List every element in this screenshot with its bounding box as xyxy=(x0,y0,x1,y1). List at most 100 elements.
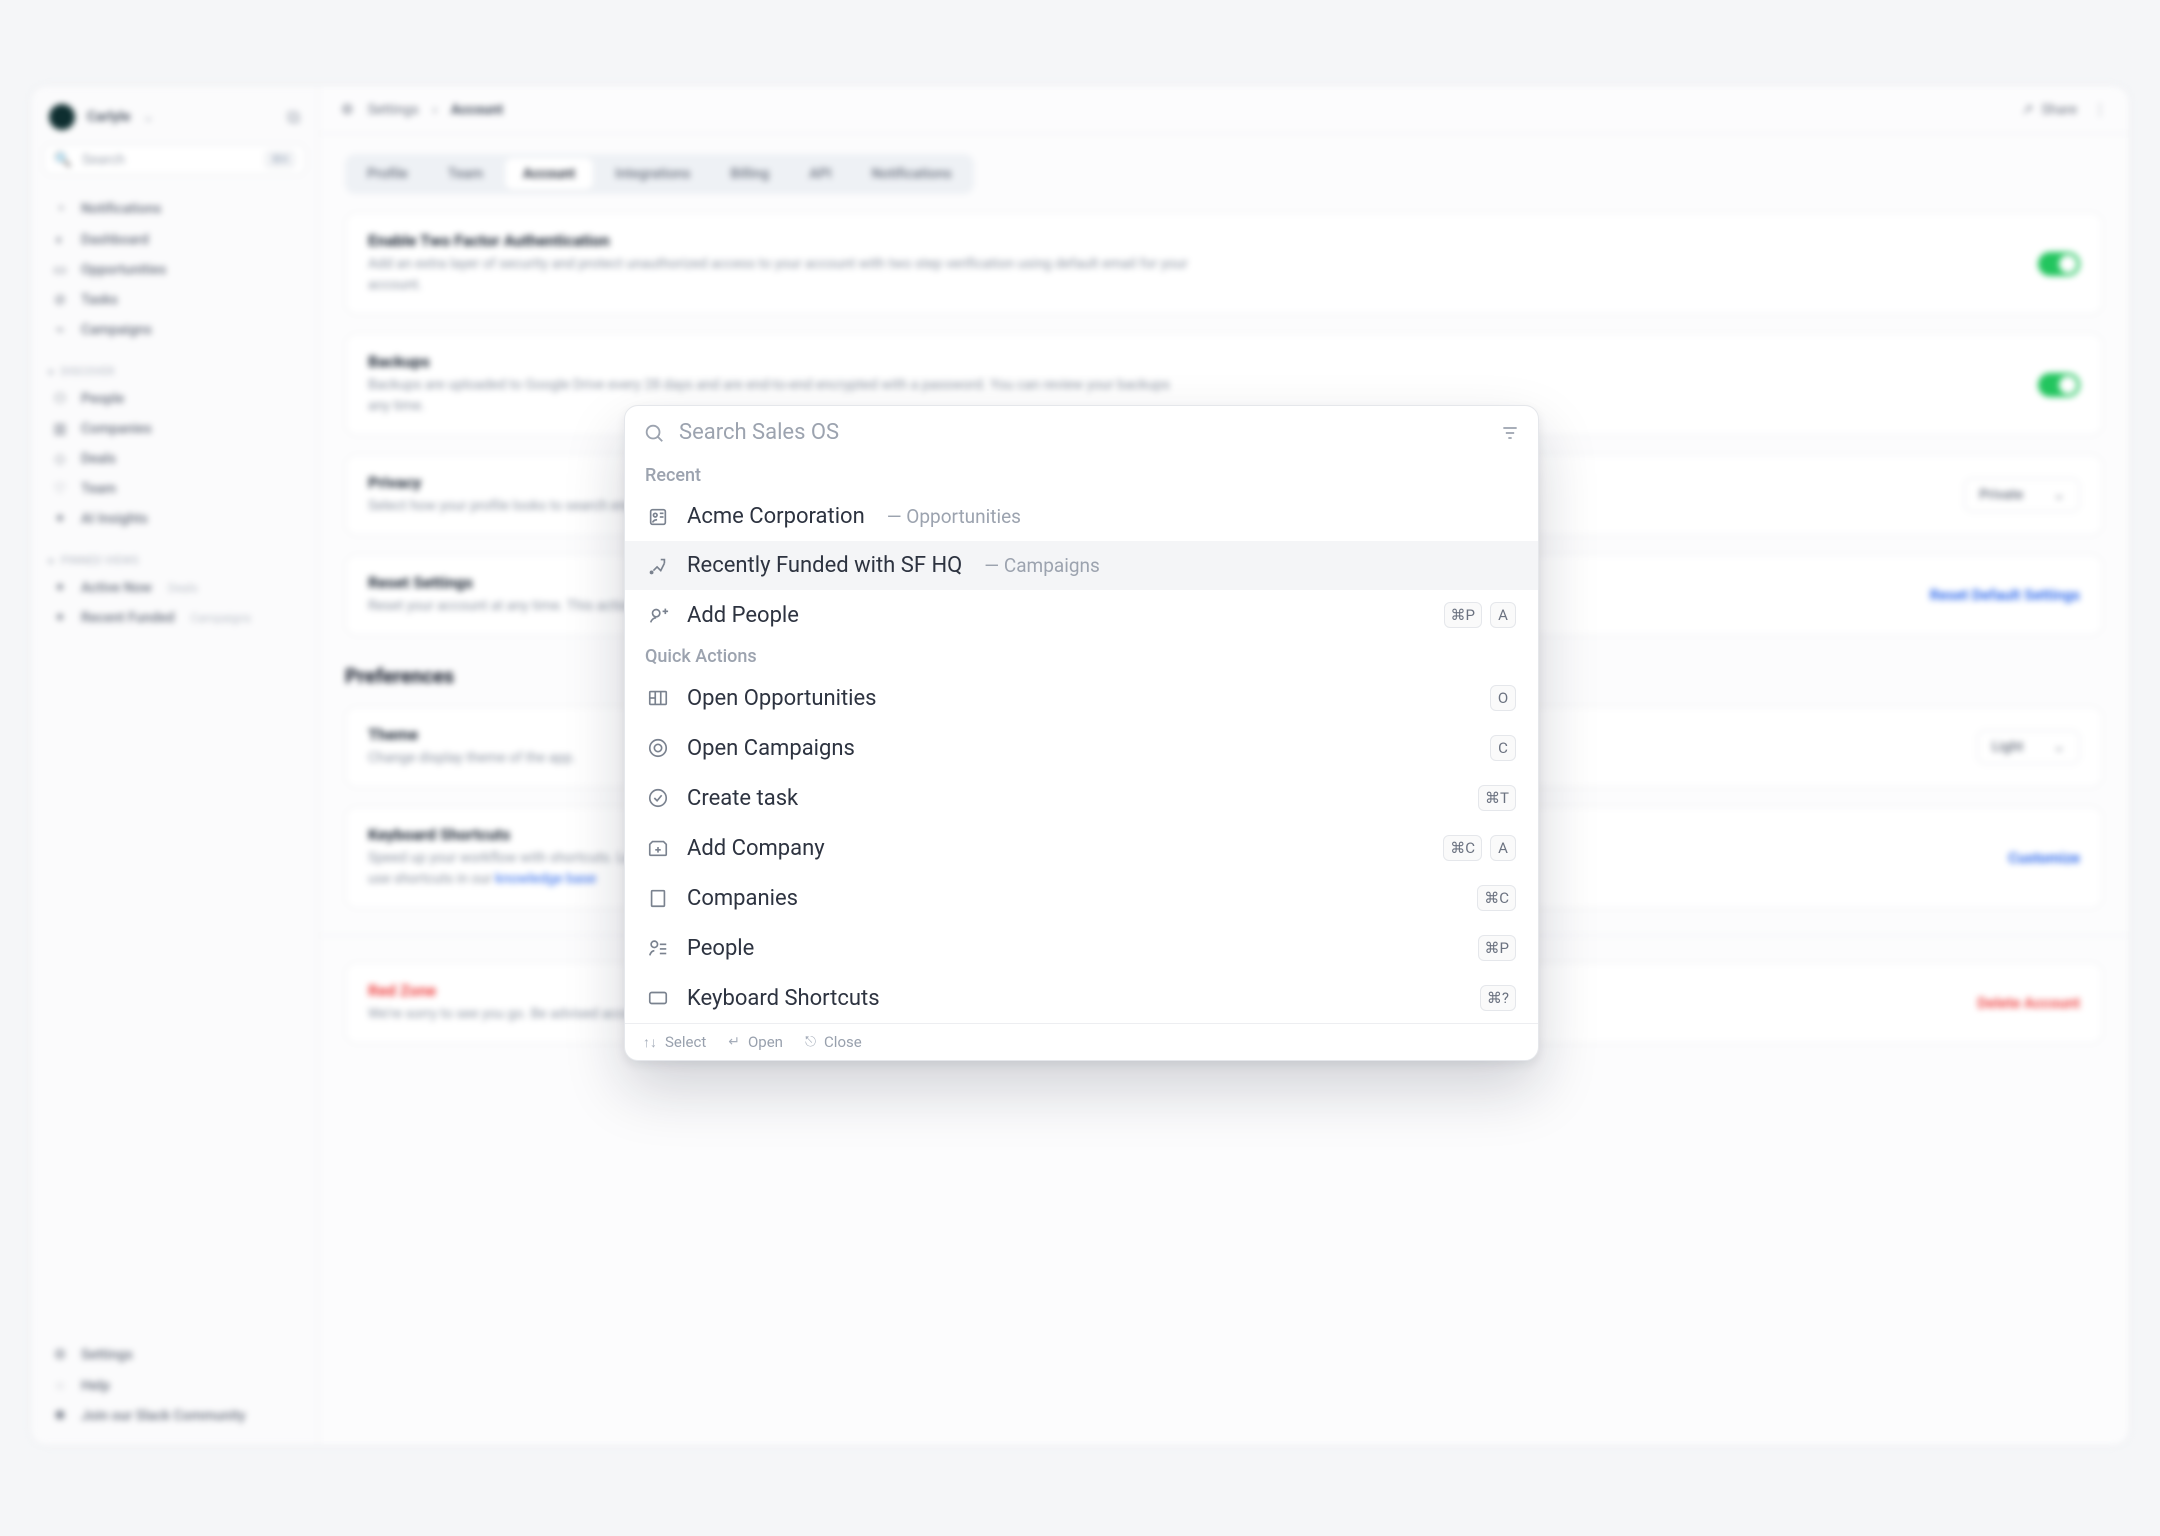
search-icon: 🔍 xyxy=(54,152,72,168)
slack-icon: ✱ xyxy=(51,1408,69,1424)
sidebar-item-label: Notifications xyxy=(81,201,161,217)
check-circle-icon: ⊘ xyxy=(51,292,69,308)
palette-search-row[interactable]: Search Sales OS xyxy=(625,406,1538,459)
briefcase-icon: ▭ xyxy=(51,262,69,278)
nav-pinned: ▸Pinned Views ✦Active NowDeals ✦Recent F… xyxy=(43,552,306,633)
chevron-down-icon[interactable]: ⌄ xyxy=(142,109,154,125)
sidebar-item-team[interactable]: ♡ Team xyxy=(43,474,306,504)
sidebar: Carlyle ⌄ ⧉ 🔍 Search ⌘K ◔ Notifications ◐… xyxy=(31,86,319,1445)
sidebar-item-deals[interactable]: ◇Deals xyxy=(43,444,306,474)
sidebar-item-pinned[interactable]: ✦Recent FundedCampaigns xyxy=(43,603,306,633)
kbd-chip: A xyxy=(1490,602,1516,628)
sidebar-item-label: Opportunities xyxy=(81,262,166,278)
palette-item[interactable]: Create task⌘T xyxy=(625,773,1538,823)
palette-item-shortcuts: C xyxy=(1490,735,1516,761)
palette-item-label: People xyxy=(687,936,754,961)
tab-account[interactable]: Account xyxy=(505,158,593,190)
footer-close: ⎋Close xyxy=(805,1033,862,1051)
palette-item-icon xyxy=(647,555,671,577)
sidebar-item-people[interactable]: ⚇People xyxy=(43,384,306,414)
palette-section-quick: Quick Actions xyxy=(625,640,1538,673)
tab-profile[interactable]: Profile xyxy=(349,158,426,190)
palette-item-icon xyxy=(647,687,671,709)
sidebar-item-tasks[interactable]: ⊘ Tasks xyxy=(43,285,306,315)
deals-icon: ◇ xyxy=(51,451,69,467)
palette-item[interactable]: Companies⌘C xyxy=(625,873,1538,923)
collapse-sidebar-icon[interactable]: ⧉ xyxy=(287,107,300,128)
palette-item-label: Add People xyxy=(687,603,799,628)
sidebar-item-label: Dashboard xyxy=(81,232,149,248)
sidebar-item-opportunities[interactable]: ▭ Opportunities xyxy=(43,255,306,285)
tab-billing[interactable]: Billing xyxy=(712,158,787,190)
sidebar-item-ai[interactable]: ✦AI Insights xyxy=(43,504,306,534)
palette-item-shortcuts: ⌘PA xyxy=(1444,602,1516,628)
palette-footer: ↑↓Select ↵Open ⎋Close xyxy=(625,1023,1538,1060)
sidebar-item-notifications[interactable]: ◔ Notifications xyxy=(43,193,306,224)
palette-item-shortcuts: ⌘C xyxy=(1477,885,1516,911)
sidebar-item-slack[interactable]: ✱Join our Slack Community xyxy=(43,1401,306,1431)
theme-select[interactable]: Light⌄ xyxy=(1977,730,2080,764)
palette-item[interactable]: Open CampaignsC xyxy=(625,723,1538,773)
sidebar-item-campaigns[interactable]: ⌁ Campaigns xyxy=(43,315,306,345)
palette-item[interactable]: Keyboard Shortcuts⌘? xyxy=(625,973,1538,1023)
delete-account-button[interactable]: Delete Account xyxy=(1977,994,2080,1012)
topbar: ⚙ Settings › Account ↗ Share ⋮ xyxy=(319,86,2129,134)
user-name[interactable]: Carlyle xyxy=(87,109,130,125)
palette-item-label: Acme Corporation xyxy=(687,504,865,529)
sidebar-item-label: Help xyxy=(81,1378,110,1394)
avatar[interactable] xyxy=(49,104,75,130)
tab-api[interactable]: API xyxy=(791,158,849,190)
kb-link[interactable]: knowledge base xyxy=(495,871,596,887)
privacy-select[interactable]: Private⌄ xyxy=(1964,478,2080,512)
palette-item-icon xyxy=(647,837,671,859)
customize-button[interactable]: Customize xyxy=(2008,849,2080,867)
nav-main: ◔ Notifications ◐ Dashboard ▭ Opportunities… xyxy=(43,193,306,345)
tab-notifications[interactable]: Notifications xyxy=(853,158,969,190)
palette-item[interactable]: Open Opportunities O xyxy=(625,673,1538,723)
reset-default-button[interactable]: Reset Default Settings xyxy=(1930,586,2080,604)
toggle-backups[interactable] xyxy=(2038,373,2080,397)
palette-item-shortcuts: ⌘? xyxy=(1480,985,1516,1011)
people-icon: ⚇ xyxy=(51,391,69,407)
search-placeholder: Search xyxy=(82,152,125,168)
sidebar-item-companies[interactable]: ▥Companies xyxy=(43,414,306,444)
share-button[interactable]: ↗ Share xyxy=(2022,102,2077,118)
sidebar-item-label: Settings xyxy=(81,1347,133,1363)
tab-integrations[interactable]: Integrations xyxy=(597,158,708,190)
sidebar-footer: ⚙Settings ◌Help ✱Join our Slack Communit… xyxy=(43,1340,306,1431)
card-title: Enable Two Factor Authentication xyxy=(368,231,2018,250)
sidebar-item-label: AI Insights xyxy=(81,511,148,527)
sidebar-item-label: Team xyxy=(81,481,116,497)
gear-icon: ⚙ xyxy=(341,102,354,118)
megaphone-icon: ⌁ xyxy=(51,322,69,338)
team-icon: ♡ xyxy=(51,481,69,497)
pin-icon: ✦ xyxy=(51,610,69,626)
breadcrumb-root[interactable]: Settings xyxy=(368,102,419,118)
palette-item-label: Open Opportunities xyxy=(687,686,877,711)
palette-item-context: — Opportunities xyxy=(887,505,1021,528)
palette-item[interactable]: Add People ⌘PA xyxy=(625,590,1538,640)
building-icon: ▥ xyxy=(51,421,69,437)
palette-item-icon xyxy=(647,737,671,759)
bell-icon: ◔ xyxy=(51,200,69,217)
palette-item[interactable]: Add Company⌘CA xyxy=(625,823,1538,873)
command-palette: Search Sales OS Recent Acme Corporation—… xyxy=(624,405,1539,1061)
palette-item[interactable]: Acme Corporation — Opportunities xyxy=(625,492,1538,541)
more-icon[interactable]: ⋮ xyxy=(2093,102,2107,118)
kbd-chip: ⌘P xyxy=(1478,935,1516,961)
sidebar-item-dashboard[interactable]: ◐ Dashboard xyxy=(43,224,306,255)
sidebar-item-label: Campaigns xyxy=(81,322,152,338)
palette-item[interactable]: People ⌘P xyxy=(625,923,1538,973)
filter-icon[interactable] xyxy=(1500,423,1520,443)
sidebar-search[interactable]: 🔍 Search ⌘K xyxy=(43,144,306,175)
toggle-2fa[interactable] xyxy=(2038,252,2080,276)
sidebar-item-label: Tasks xyxy=(81,292,118,308)
sidebar-item-pinned[interactable]: ✦Active NowDeals xyxy=(43,573,306,603)
sidebar-item-help[interactable]: ◌Help xyxy=(43,1370,306,1401)
sidebar-item-settings[interactable]: ⚙Settings xyxy=(43,1340,306,1370)
tab-team[interactable]: Team xyxy=(430,158,501,190)
palette-item-icon xyxy=(647,506,671,528)
palette-item[interactable]: Recently Funded with SF HQ— Campaigns xyxy=(625,541,1538,590)
palette-item-shortcuts: O xyxy=(1490,685,1516,711)
gauge-icon: ◐ xyxy=(51,231,69,248)
